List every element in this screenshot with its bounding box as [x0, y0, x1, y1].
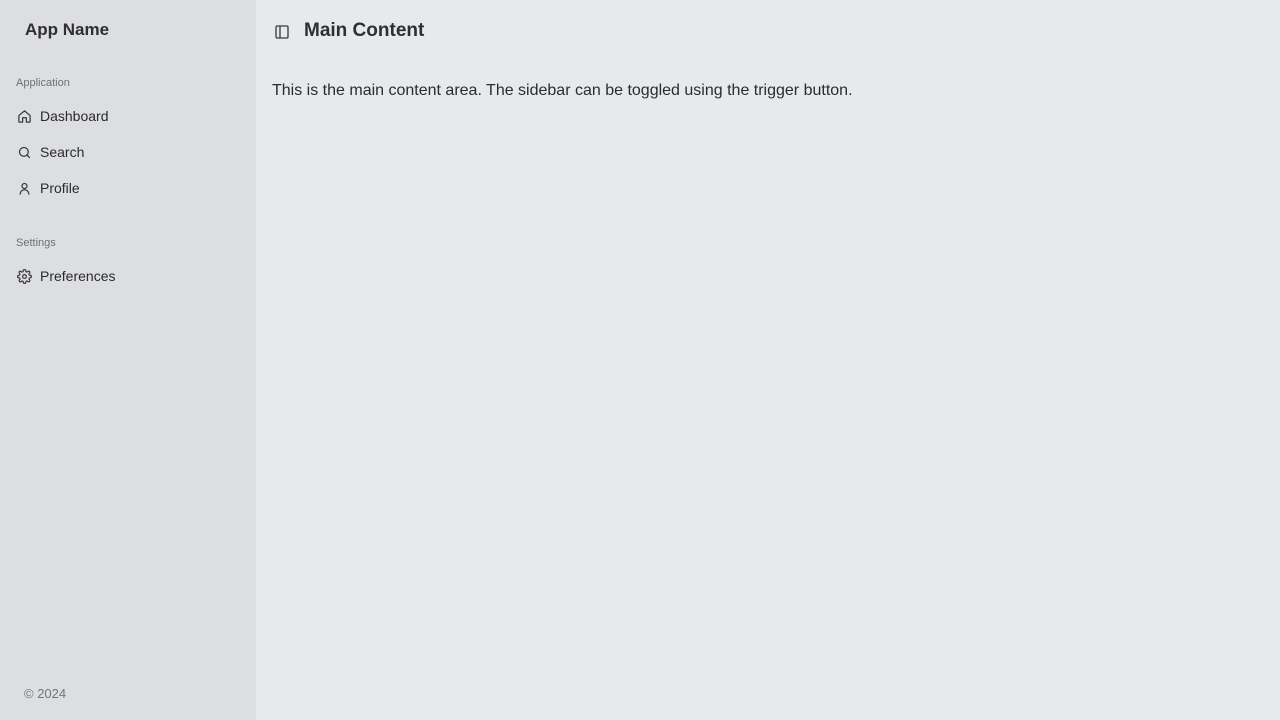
app-shell: App Name Application Dashboard Search Pr… [0, 0, 1280, 720]
search-icon [16, 144, 32, 160]
main-content [256, 0, 1280, 720]
sidebar-group-label-application: Application [16, 77, 70, 89]
sidebar-item-dashboard[interactable]: Dashboard [8, 101, 248, 131]
gear-icon [16, 268, 32, 284]
sidebar-item-search[interactable]: Search [8, 137, 248, 167]
sidebar-item-profile[interactable]: Profile [8, 173, 248, 203]
app-name: App Name [25, 20, 110, 39]
sidebar-item-label: Dashboard [40, 108, 109, 124]
sidebar-group-label-settings: Settings [16, 237, 56, 249]
main-body-text: This is the main content area. The sideb… [272, 82, 853, 99]
sidebar: App Name Application Dashboard Search Pr… [0, 0, 256, 720]
sidebar-item-label: Preferences [40, 268, 116, 284]
sidebar-footer: © 2024 [24, 686, 67, 701]
sidebar-item-label: Profile [40, 180, 80, 196]
user-icon [16, 180, 32, 196]
home-icon [16, 108, 32, 124]
sidebar-item-preferences[interactable]: Preferences [8, 261, 248, 291]
sidebar-toggle-icon [274, 24, 290, 40]
sidebar-toggle-button[interactable] [270, 20, 294, 44]
sidebar-item-label: Search [40, 144, 85, 160]
page-title: Main Content [304, 20, 425, 41]
